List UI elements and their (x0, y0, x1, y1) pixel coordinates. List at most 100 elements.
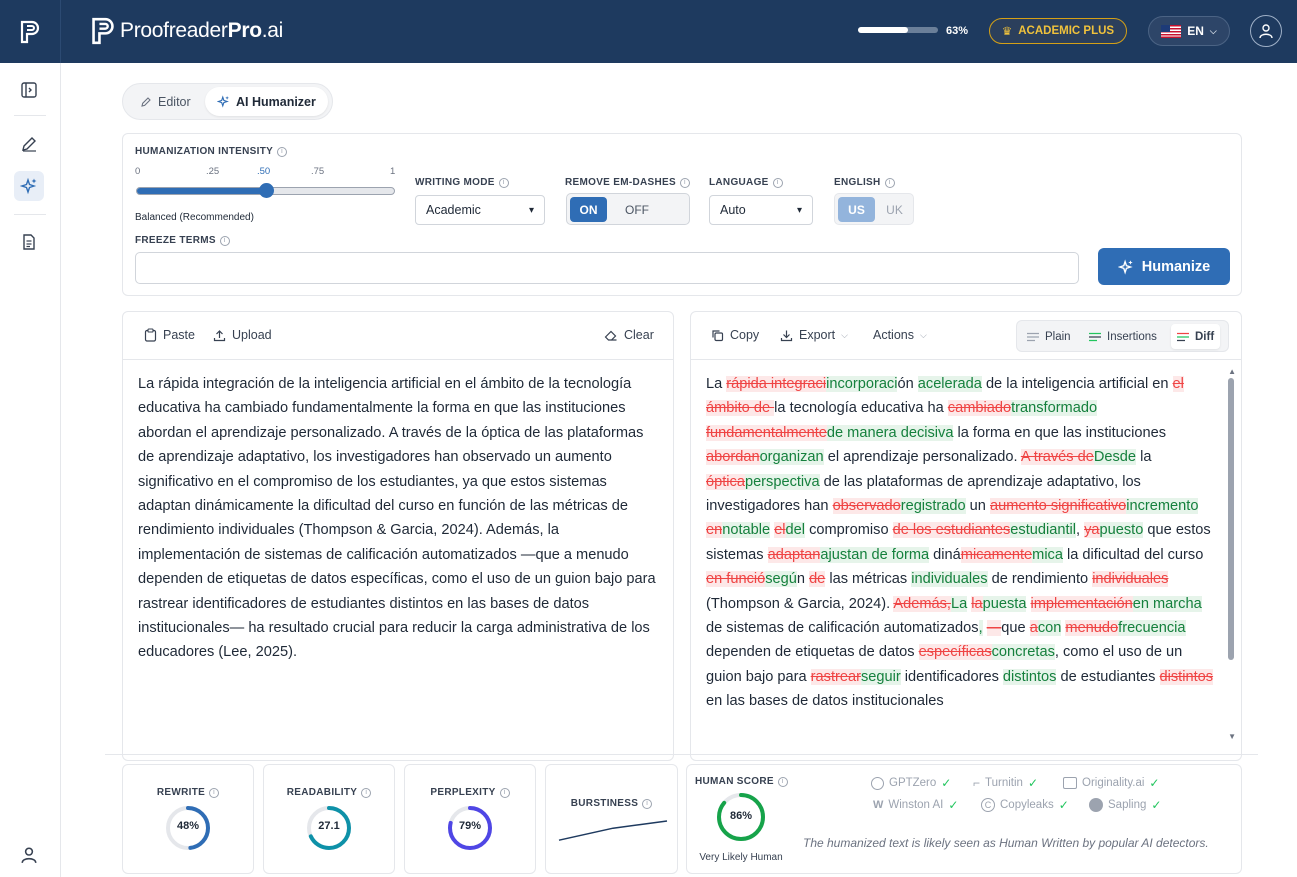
language-select[interactable]: Auto ▾ (709, 195, 813, 225)
plan-badge[interactable]: ♛ ACADEMIC PLUS (989, 18, 1127, 44)
info-icon[interactable]: i (361, 787, 372, 798)
em-dash-on-button[interactable]: ON (570, 197, 607, 222)
info-icon[interactable]: i (772, 177, 783, 188)
tab-editor[interactable]: Editor (128, 87, 203, 116)
tab-ai-humanizer[interactable]: AI Humanizer (205, 87, 328, 116)
sapling-icon (1089, 798, 1103, 812)
rail-divider (14, 115, 46, 116)
copy-icon (712, 329, 724, 341)
intensity-tick: 0 (135, 166, 141, 177)
rail-profile-button[interactable] (14, 840, 44, 870)
intensity-slider-thumb[interactable] (258, 183, 274, 198)
mode-tabs: Editor AI Humanizer (122, 83, 333, 120)
diff-text: la forma en que las instituciones (953, 424, 1167, 441)
english-us-button[interactable]: US (838, 197, 875, 222)
view-insertions-button[interactable]: Insertions (1083, 324, 1163, 349)
info-icon[interactable]: i (277, 146, 288, 157)
diff-insertion: incorporaci (826, 376, 898, 392)
diff-text: dependen de etiquetas de datos (706, 644, 919, 661)
scroll-down-arrow-icon[interactable]: ▼ (1228, 732, 1236, 741)
burstiness-line (558, 820, 668, 841)
check-icon: ✓ (948, 798, 959, 812)
diff-insertion: puesto (1099, 522, 1144, 539)
rail-editor-button[interactable] (14, 129, 44, 159)
actions-label: Actions (873, 328, 914, 342)
em-dash-label: REMOVE EM-DASHES (565, 177, 676, 188)
english-uk-button[interactable]: UK (877, 197, 912, 222)
humanize-button[interactable]: Humanize (1098, 248, 1230, 285)
diff-deletion: observado (832, 498, 901, 515)
diff-deletion: de (809, 571, 826, 588)
diff-text: las métricas (825, 571, 912, 588)
language-switcher[interactable]: EN ⌵ (1148, 16, 1230, 46)
diff-deletion: cambiado (947, 400, 1012, 417)
info-icon[interactable]: i (209, 787, 220, 798)
diff-output-text[interactable]: La rápida integraciincorporación acelera… (706, 372, 1216, 756)
diff-insertion: organizan (759, 449, 824, 466)
detector-name: Copyleaks (1000, 799, 1054, 811)
export-button[interactable]: Export ⌵ (780, 328, 848, 342)
toggle-sidebar-button[interactable] (14, 75, 44, 105)
writing-mode-select[interactable]: Academic ▾ (415, 195, 545, 225)
info-icon[interactable]: i (499, 787, 510, 798)
rail-humanizer-button[interactable] (14, 171, 44, 201)
rail-documents-button[interactable] (14, 227, 44, 257)
detector-turnitin: ⌐ Turnitin ✓ (973, 776, 1038, 790)
sidebar-toggle-icon (21, 82, 37, 98)
paste-button[interactable]: Paste (144, 328, 195, 342)
info-icon[interactable]: i (498, 177, 509, 188)
diff-text: la (1136, 449, 1152, 466)
view-plain-button[interactable]: Plain (1021, 324, 1077, 349)
us-flag-icon (1161, 24, 1182, 38)
left-rail (0, 63, 61, 877)
rewrite-value: 48% (176, 820, 200, 832)
intensity-slider[interactable] (136, 183, 395, 198)
paste-label: Paste (163, 328, 195, 342)
intensity-tick: .75 (311, 166, 325, 177)
info-icon[interactable]: i (642, 798, 653, 809)
diff-text: la tecnología educativa ha (774, 400, 948, 417)
diff-text: el aprendizaje personalizado. (823, 449, 1021, 466)
diff-deletion: específicas (918, 644, 992, 661)
info-icon[interactable]: i (219, 235, 230, 246)
diff-text: de rendimiento (987, 571, 1093, 588)
detector-sapling: Sapling ✓ (1089, 798, 1161, 812)
em-dash-label-row: REMOVE EM-DASHES i (565, 177, 690, 188)
brand[interactable]: ProofreaderPro.ai (90, 16, 283, 46)
app-logo-square[interactable] (0, 0, 61, 63)
diff-text: en las bases de datos institucionales (706, 693, 944, 710)
actions-menu-button[interactable]: Actions ⌵ (873, 328, 927, 342)
upload-button[interactable]: Upload (213, 328, 272, 342)
user-account-button[interactable] (1250, 15, 1282, 47)
clear-label: Clear (624, 328, 654, 342)
burstiness-label-row: BURSTINESS i (546, 798, 677, 809)
info-icon[interactable]: i (884, 177, 895, 188)
diff-deletion: rápida integraci (726, 376, 827, 392)
output-scrollbar[interactable] (1228, 378, 1234, 660)
burstiness-metric-card: BURSTINESS i (545, 764, 678, 874)
view-plain-label: Plain (1045, 330, 1071, 343)
diff-insertion: Desde (1093, 449, 1137, 466)
intensity-label: HUMANIZATION INTENSITY (135, 146, 274, 157)
rewrite-label: REWRITE (156, 787, 206, 798)
copy-button[interactable]: Copy (711, 328, 759, 342)
diff-deletion: micamente (960, 546, 1033, 563)
freeze-terms-input[interactable] (135, 252, 1079, 284)
info-icon[interactable]: i (679, 177, 690, 188)
perplexity-metric-card: PERPLEXITY i 79% (404, 764, 536, 874)
em-dash-off-button[interactable]: OFF (617, 197, 657, 222)
input-textarea[interactable]: La rápida integración de la inteligencia… (138, 372, 660, 665)
diff-deletion: óptica (706, 473, 745, 490)
eraser-icon (604, 330, 617, 341)
scroll-up-arrow-icon[interactable]: ▲ (1228, 367, 1236, 376)
view-diff-button[interactable]: Diff (1171, 324, 1221, 349)
humanize-button-label: Humanize (1141, 258, 1211, 275)
diff-insertion: distintos (1002, 668, 1057, 685)
view-insertions-label: Insertions (1107, 330, 1157, 343)
detector-originality: Originality.ai ✓ (1063, 776, 1159, 790)
sparkles-icon (1117, 258, 1133, 275)
logo-icon (20, 20, 40, 43)
info-icon[interactable]: i (777, 776, 788, 787)
clear-button[interactable]: Clear (604, 328, 654, 342)
human-score-label: HUMAN SCORE (695, 776, 774, 787)
